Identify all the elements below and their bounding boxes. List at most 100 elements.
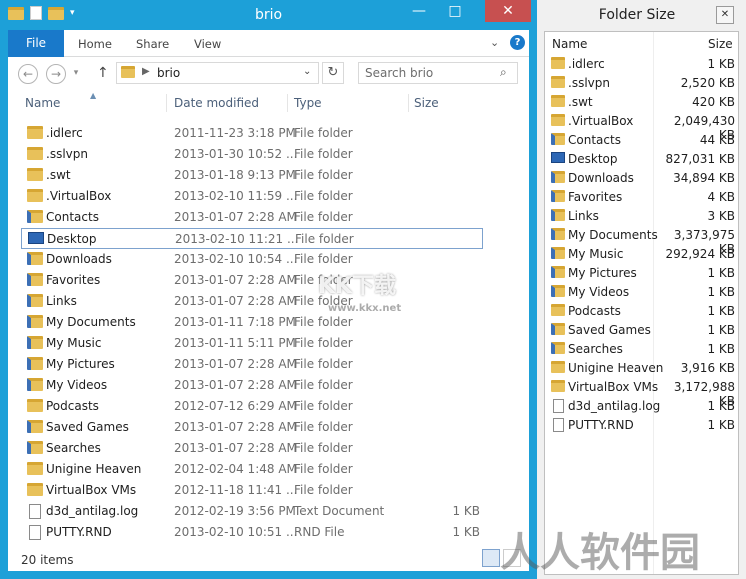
table-row[interactable]: Favorites 2013-01-07 2:28 AM File folder xyxy=(21,270,483,291)
forward-button[interactable]: → xyxy=(46,64,66,84)
file-type: File folder xyxy=(294,315,353,329)
tab-share[interactable]: Share xyxy=(136,37,169,51)
file-date-modified: 2012-02-04 1:48 AM xyxy=(174,462,297,476)
watermark-url: www.kkx.net xyxy=(328,303,402,314)
list-item[interactable]: My Documents 3,373,975 KB xyxy=(547,226,737,256)
table-row[interactable]: d3d_antilag.log 2012-02-19 3:56 PM Text Do… xyxy=(21,501,483,522)
list-item[interactable]: .idlerc 1 KB xyxy=(547,55,737,74)
list-item[interactable]: My Pictures 1 KB xyxy=(547,264,737,283)
file-date-modified: 2013-01-11 7:18 PM xyxy=(174,315,296,329)
folder-size: 1 KB xyxy=(707,285,735,299)
column-header-name[interactable]: Name xyxy=(25,96,60,110)
tab-home[interactable]: Home xyxy=(78,37,112,51)
list-item[interactable]: Favorites 4 KB xyxy=(547,188,737,207)
column-divider[interactable] xyxy=(287,94,288,112)
folder-name: Contacts xyxy=(568,133,621,147)
column-header-size[interactable]: Size xyxy=(414,96,439,110)
list-item[interactable]: .VirtualBox 2,049,430 KB xyxy=(547,112,737,142)
table-row[interactable]: .idlerc 2011-11-23 3:18 PM File folder xyxy=(21,123,483,144)
file-name: Desktop xyxy=(47,232,97,246)
recent-locations-icon[interactable]: ▾ xyxy=(70,64,82,84)
links-folder-icon xyxy=(551,209,565,221)
table-row[interactable]: Contacts 2013-01-07 2:28 AM File folder xyxy=(21,207,483,228)
tab-file[interactable]: File xyxy=(8,30,64,57)
list-item[interactable]: Contacts 44 KB xyxy=(547,131,737,150)
file-date-modified: 2013-01-07 2:28 AM xyxy=(174,378,297,392)
list-item[interactable]: VirtualBox VMs 3,172,988 KB xyxy=(547,378,737,408)
column-header-size[interactable]: Size xyxy=(708,37,733,51)
column-divider[interactable] xyxy=(408,94,409,112)
table-row[interactable]: Searches 2013-01-07 2:28 AM File folder xyxy=(21,438,483,459)
help-icon[interactable]: ? xyxy=(510,35,525,50)
folder-name: My Pictures xyxy=(568,266,637,280)
table-row[interactable]: .VirtualBox 2013-02-10 11:59 ... File fold… xyxy=(21,186,483,207)
table-row[interactable]: Podcasts 2012-07-12 6:29 AM File folder xyxy=(21,396,483,417)
list-item[interactable]: Podcasts 1 KB xyxy=(547,302,737,321)
folder-icon xyxy=(551,114,565,126)
list-item[interactable]: My Videos 1 KB xyxy=(547,283,737,302)
expand-ribbon-icon[interactable]: ⌄ xyxy=(490,36,499,49)
title-bar[interactable]: ▾ brio — □ ✕ xyxy=(0,0,537,30)
list-item[interactable]: .swt 420 KB xyxy=(547,93,737,112)
column-header-type[interactable]: Type xyxy=(294,96,322,110)
table-row[interactable]: Links 2013-01-07 2:28 AM File folder xyxy=(21,291,483,312)
table-row[interactable]: Downloads 2013-02-10 10:54 ... File folder xyxy=(21,249,483,270)
refresh-button[interactable]: ↻ xyxy=(322,62,344,84)
list-item[interactable]: Desktop 827,031 KB xyxy=(547,150,737,169)
table-row[interactable]: .sslvpn 2013-01-30 10:52 ... File folder xyxy=(21,144,483,165)
table-row[interactable]: My Pictures 2013-01-07 2:28 AM File folder xyxy=(21,354,483,375)
back-button[interactable]: ← xyxy=(18,64,38,84)
address-bar[interactable]: ▶ brio ⌄ xyxy=(116,62,319,84)
table-row[interactable]: My Videos 2013-01-07 2:28 AM File folder xyxy=(21,375,483,396)
column-header-name[interactable]: Name xyxy=(552,37,587,51)
table-row[interactable]: PUTTY.RND 2013-02-10 10:51 ... RND File 1 K… xyxy=(21,522,483,543)
breadcrumb-separator-icon[interactable]: ▶ xyxy=(142,66,150,77)
file-size: 1 KB xyxy=(452,504,480,518)
folder-size: 1 KB xyxy=(707,399,735,413)
folder-name: Downloads xyxy=(568,171,634,185)
table-row[interactable]: .swt 2013-01-18 9:13 PM File folder xyxy=(21,165,483,186)
file-date-modified: 2012-07-12 6:29 AM xyxy=(174,399,297,413)
table-row[interactable]: Unigine Heaven 2012-02-04 1:48 AM File fol… xyxy=(21,459,483,480)
text-document-icon xyxy=(27,504,43,519)
folder-name: My Documents xyxy=(568,228,658,242)
minimize-button[interactable]: — xyxy=(404,0,434,22)
file-name: Unigine Heaven xyxy=(46,462,142,476)
list-item[interactable]: .sslvpn 2,520 KB xyxy=(547,74,737,93)
details-view-icon[interactable] xyxy=(482,549,500,567)
list-item[interactable]: d3d_antilag.log 1 KB xyxy=(547,397,737,416)
file-icon xyxy=(27,525,43,540)
file-type: File folder xyxy=(294,126,353,140)
folder-name: Unigine Heaven xyxy=(568,361,664,375)
file-name: .idlerc xyxy=(46,126,83,140)
table-row[interactable]: VirtualBox VMs 2012-11-18 11:41 ... File f… xyxy=(21,480,483,501)
table-row[interactable]: Saved Games 2013-01-07 2:28 AM File folder xyxy=(21,417,483,438)
list-item[interactable]: Saved Games 1 KB xyxy=(547,321,737,340)
list-item[interactable]: Searches 1 KB xyxy=(547,340,737,359)
list-item[interactable]: My Music 292,924 KB xyxy=(547,245,737,264)
table-row[interactable]: My Music 2013-01-11 5:11 PM File folder xyxy=(21,333,483,354)
list-item[interactable]: Downloads 34,894 KB xyxy=(547,169,737,188)
panel-close-button[interactable]: ✕ xyxy=(716,6,734,24)
folder-name: .swt xyxy=(568,95,593,109)
folder-icon xyxy=(551,304,565,316)
column-header-date[interactable]: Date modified xyxy=(174,96,259,110)
list-item[interactable]: Unigine Heaven 3,916 KB xyxy=(547,359,737,378)
address-dropdown-icon[interactable]: ⌄ xyxy=(303,66,311,77)
list-item[interactable]: PUTTY.RND 1 KB xyxy=(547,416,737,435)
up-button[interactable]: ↑ xyxy=(97,65,109,81)
folder-icon xyxy=(551,361,565,373)
searches-folder-icon xyxy=(551,342,565,354)
search-input[interactable]: Search brio ⌕ xyxy=(358,62,518,84)
search-icon[interactable]: ⌕ xyxy=(500,65,507,80)
contacts-folder-icon xyxy=(27,210,43,224)
tab-view[interactable]: View xyxy=(194,37,221,51)
list-item[interactable]: Links 3 KB xyxy=(547,207,737,226)
file-type: File folder xyxy=(294,210,353,224)
column-divider[interactable] xyxy=(166,94,167,112)
table-row[interactable]: My Documents 2013-01-11 7:18 PM File folde… xyxy=(21,312,483,333)
maximize-button[interactable]: □ xyxy=(440,0,470,22)
close-button[interactable]: ✕ xyxy=(485,0,531,22)
breadcrumb[interactable]: brio xyxy=(157,66,180,80)
table-row[interactable]: Desktop 2013-02-10 11:21 ... File folder xyxy=(21,228,483,249)
